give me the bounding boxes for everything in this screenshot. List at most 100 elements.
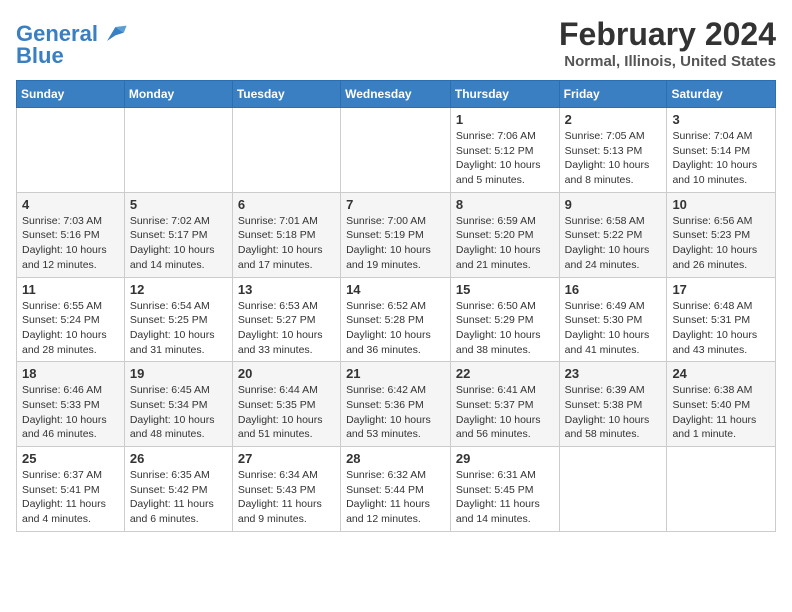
- day-number: 15: [456, 282, 554, 297]
- day-number: 28: [346, 451, 445, 466]
- calendar-cell: 26 Sunrise: 6:35 AM Sunset: 5:42 PM Dayli…: [124, 447, 232, 532]
- calendar-cell: 27 Sunrise: 6:34 AM Sunset: 5:43 PM Dayli…: [232, 447, 340, 532]
- logo-blue-text: Blue: [16, 44, 64, 68]
- day-info: Sunrise: 7:04 AM Sunset: 5:14 PM Dayligh…: [672, 129, 770, 188]
- day-info: Sunrise: 6:53 AM Sunset: 5:27 PM Dayligh…: [238, 299, 335, 358]
- calendar-cell: [17, 108, 125, 193]
- weekday-header-saturday: Saturday: [667, 81, 776, 108]
- day-number: 24: [672, 366, 770, 381]
- day-number: 9: [565, 197, 662, 212]
- day-number: 16: [565, 282, 662, 297]
- day-info: Sunrise: 7:01 AM Sunset: 5:18 PM Dayligh…: [238, 214, 335, 273]
- calendar-cell: 2 Sunrise: 7:05 AM Sunset: 5:13 PM Daylig…: [559, 108, 667, 193]
- calendar-cell: 9 Sunrise: 6:58 AM Sunset: 5:22 PM Daylig…: [559, 192, 667, 277]
- day-number: 29: [456, 451, 554, 466]
- day-number: 20: [238, 366, 335, 381]
- calendar-cell: 10 Sunrise: 6:56 AM Sunset: 5:23 PM Dayli…: [667, 192, 776, 277]
- day-info: Sunrise: 6:41 AM Sunset: 5:37 PM Dayligh…: [456, 383, 554, 442]
- day-number: 22: [456, 366, 554, 381]
- weekday-header-tuesday: Tuesday: [232, 81, 340, 108]
- day-info: Sunrise: 7:06 AM Sunset: 5:12 PM Dayligh…: [456, 129, 554, 188]
- day-info: Sunrise: 6:49 AM Sunset: 5:30 PM Dayligh…: [565, 299, 662, 358]
- day-number: 21: [346, 366, 445, 381]
- calendar-week-row: 11 Sunrise: 6:55 AM Sunset: 5:24 PM Dayli…: [17, 277, 776, 362]
- calendar-cell: 14Sunrise: 6:52 AM Sunset: 5:28 PM Dayli…: [341, 277, 451, 362]
- page-title: February 2024: [559, 16, 776, 53]
- calendar-cell: 28 Sunrise: 6:32 AM Sunset: 5:44 PM Dayli…: [341, 447, 451, 532]
- calendar-cell: 15Sunrise: 6:50 AM Sunset: 5:29 PM Dayli…: [450, 277, 559, 362]
- calendar-cell: 17Sunrise: 6:48 AM Sunset: 5:31 PM Dayli…: [667, 277, 776, 362]
- day-info: Sunrise: 6:34 AM Sunset: 5:43 PM Dayligh…: [238, 468, 335, 527]
- weekday-header-wednesday: Wednesday: [341, 81, 451, 108]
- calendar-cell: 4 Sunrise: 7:03 AM Sunset: 5:16 PM Daylig…: [17, 192, 125, 277]
- day-number: 5: [130, 197, 227, 212]
- day-info: Sunrise: 6:45 AM Sunset: 5:34 PM Dayligh…: [130, 383, 227, 442]
- calendar-cell: 6 Sunrise: 7:01 AM Sunset: 5:18 PM Daylig…: [232, 192, 340, 277]
- day-number: 18: [22, 366, 119, 381]
- calendar-cell: 21 Sunrise: 6:42 AM Sunset: 5:36 PM Dayli…: [341, 362, 451, 447]
- day-number: 14: [346, 282, 445, 297]
- calendar-cell: 22 Sunrise: 6:41 AM Sunset: 5:37 PM Dayli…: [450, 362, 559, 447]
- day-number: 6: [238, 197, 335, 212]
- day-info: Sunrise: 6:38 AM Sunset: 5:40 PM Dayligh…: [672, 383, 770, 442]
- day-info: Sunrise: 6:54 AM Sunset: 5:25 PM Dayligh…: [130, 299, 227, 358]
- day-info: Sunrise: 6:44 AM Sunset: 5:35 PM Dayligh…: [238, 383, 335, 442]
- logo-bird-icon: [100, 20, 128, 48]
- day-info: Sunrise: 6:58 AM Sunset: 5:22 PM Dayligh…: [565, 214, 662, 273]
- calendar-cell: 5 Sunrise: 7:02 AM Sunset: 5:17 PM Daylig…: [124, 192, 232, 277]
- calendar-cell: 20 Sunrise: 6:44 AM Sunset: 5:35 PM Dayli…: [232, 362, 340, 447]
- calendar-cell: 23 Sunrise: 6:39 AM Sunset: 5:38 PM Dayli…: [559, 362, 667, 447]
- day-info: Sunrise: 6:39 AM Sunset: 5:38 PM Dayligh…: [565, 383, 662, 442]
- weekday-header-thursday: Thursday: [450, 81, 559, 108]
- day-info: Sunrise: 7:05 AM Sunset: 5:13 PM Dayligh…: [565, 129, 662, 188]
- calendar-week-row: 25 Sunrise: 6:37 AM Sunset: 5:41 PM Dayli…: [17, 447, 776, 532]
- day-number: 23: [565, 366, 662, 381]
- day-number: 25: [22, 451, 119, 466]
- calendar-week-row: 1 Sunrise: 7:06 AM Sunset: 5:12 PM Daylig…: [17, 108, 776, 193]
- day-info: Sunrise: 7:03 AM Sunset: 5:16 PM Dayligh…: [22, 214, 119, 273]
- calendar-cell: [232, 108, 340, 193]
- day-info: Sunrise: 7:00 AM Sunset: 5:19 PM Dayligh…: [346, 214, 445, 273]
- calendar-week-row: 18Sunrise: 6:46 AM Sunset: 5:33 PM Dayli…: [17, 362, 776, 447]
- day-info: Sunrise: 6:35 AM Sunset: 5:42 PM Dayligh…: [130, 468, 227, 527]
- day-number: 27: [238, 451, 335, 466]
- calendar-cell: 1 Sunrise: 7:06 AM Sunset: 5:12 PM Daylig…: [450, 108, 559, 193]
- calendar-cell: [667, 447, 776, 532]
- day-number: 8: [456, 197, 554, 212]
- calendar-table: SundayMondayTuesdayWednesdayThursdayFrid…: [16, 80, 776, 532]
- calendar-week-row: 4 Sunrise: 7:03 AM Sunset: 5:16 PM Daylig…: [17, 192, 776, 277]
- day-number: 19: [130, 366, 227, 381]
- day-info: Sunrise: 6:59 AM Sunset: 5:20 PM Dayligh…: [456, 214, 554, 273]
- calendar-cell: 7 Sunrise: 7:00 AM Sunset: 5:19 PM Daylig…: [341, 192, 451, 277]
- calendar-cell: 12Sunrise: 6:54 AM Sunset: 5:25 PM Dayli…: [124, 277, 232, 362]
- day-number: 11: [22, 282, 119, 297]
- day-number: 1: [456, 112, 554, 127]
- weekday-header-row: SundayMondayTuesdayWednesdayThursdayFrid…: [17, 81, 776, 108]
- day-info: Sunrise: 6:37 AM Sunset: 5:41 PM Dayligh…: [22, 468, 119, 527]
- calendar-cell: 8 Sunrise: 6:59 AM Sunset: 5:20 PM Daylig…: [450, 192, 559, 277]
- day-info: Sunrise: 7:02 AM Sunset: 5:17 PM Dayligh…: [130, 214, 227, 273]
- day-info: Sunrise: 6:32 AM Sunset: 5:44 PM Dayligh…: [346, 468, 445, 527]
- day-info: Sunrise: 6:55 AM Sunset: 5:24 PM Dayligh…: [22, 299, 119, 358]
- calendar-cell: [341, 108, 451, 193]
- header: General Blue February 2024 Normal, Illin…: [16, 16, 776, 70]
- day-number: 26: [130, 451, 227, 466]
- day-number: 7: [346, 197, 445, 212]
- calendar-cell: [124, 108, 232, 193]
- day-number: 13: [238, 282, 335, 297]
- day-info: Sunrise: 6:42 AM Sunset: 5:36 PM Dayligh…: [346, 383, 445, 442]
- day-number: 17: [672, 282, 770, 297]
- calendar-cell: 3 Sunrise: 7:04 AM Sunset: 5:14 PM Daylig…: [667, 108, 776, 193]
- calendar-cell: 24 Sunrise: 6:38 AM Sunset: 5:40 PM Dayli…: [667, 362, 776, 447]
- calendar-cell: 11 Sunrise: 6:55 AM Sunset: 5:24 PM Dayli…: [17, 277, 125, 362]
- day-info: Sunrise: 6:56 AM Sunset: 5:23 PM Dayligh…: [672, 214, 770, 273]
- weekday-header-sunday: Sunday: [17, 81, 125, 108]
- day-number: 3: [672, 112, 770, 127]
- day-number: 4: [22, 197, 119, 212]
- day-number: 10: [672, 197, 770, 212]
- calendar-cell: 25 Sunrise: 6:37 AM Sunset: 5:41 PM Dayli…: [17, 447, 125, 532]
- title-block: February 2024 Normal, Illinois, United S…: [559, 16, 776, 70]
- calendar-cell: 16 Sunrise: 6:49 AM Sunset: 5:30 PM Dayli…: [559, 277, 667, 362]
- page-subtitle: Normal, Illinois, United States: [559, 53, 776, 70]
- day-number: 2: [565, 112, 662, 127]
